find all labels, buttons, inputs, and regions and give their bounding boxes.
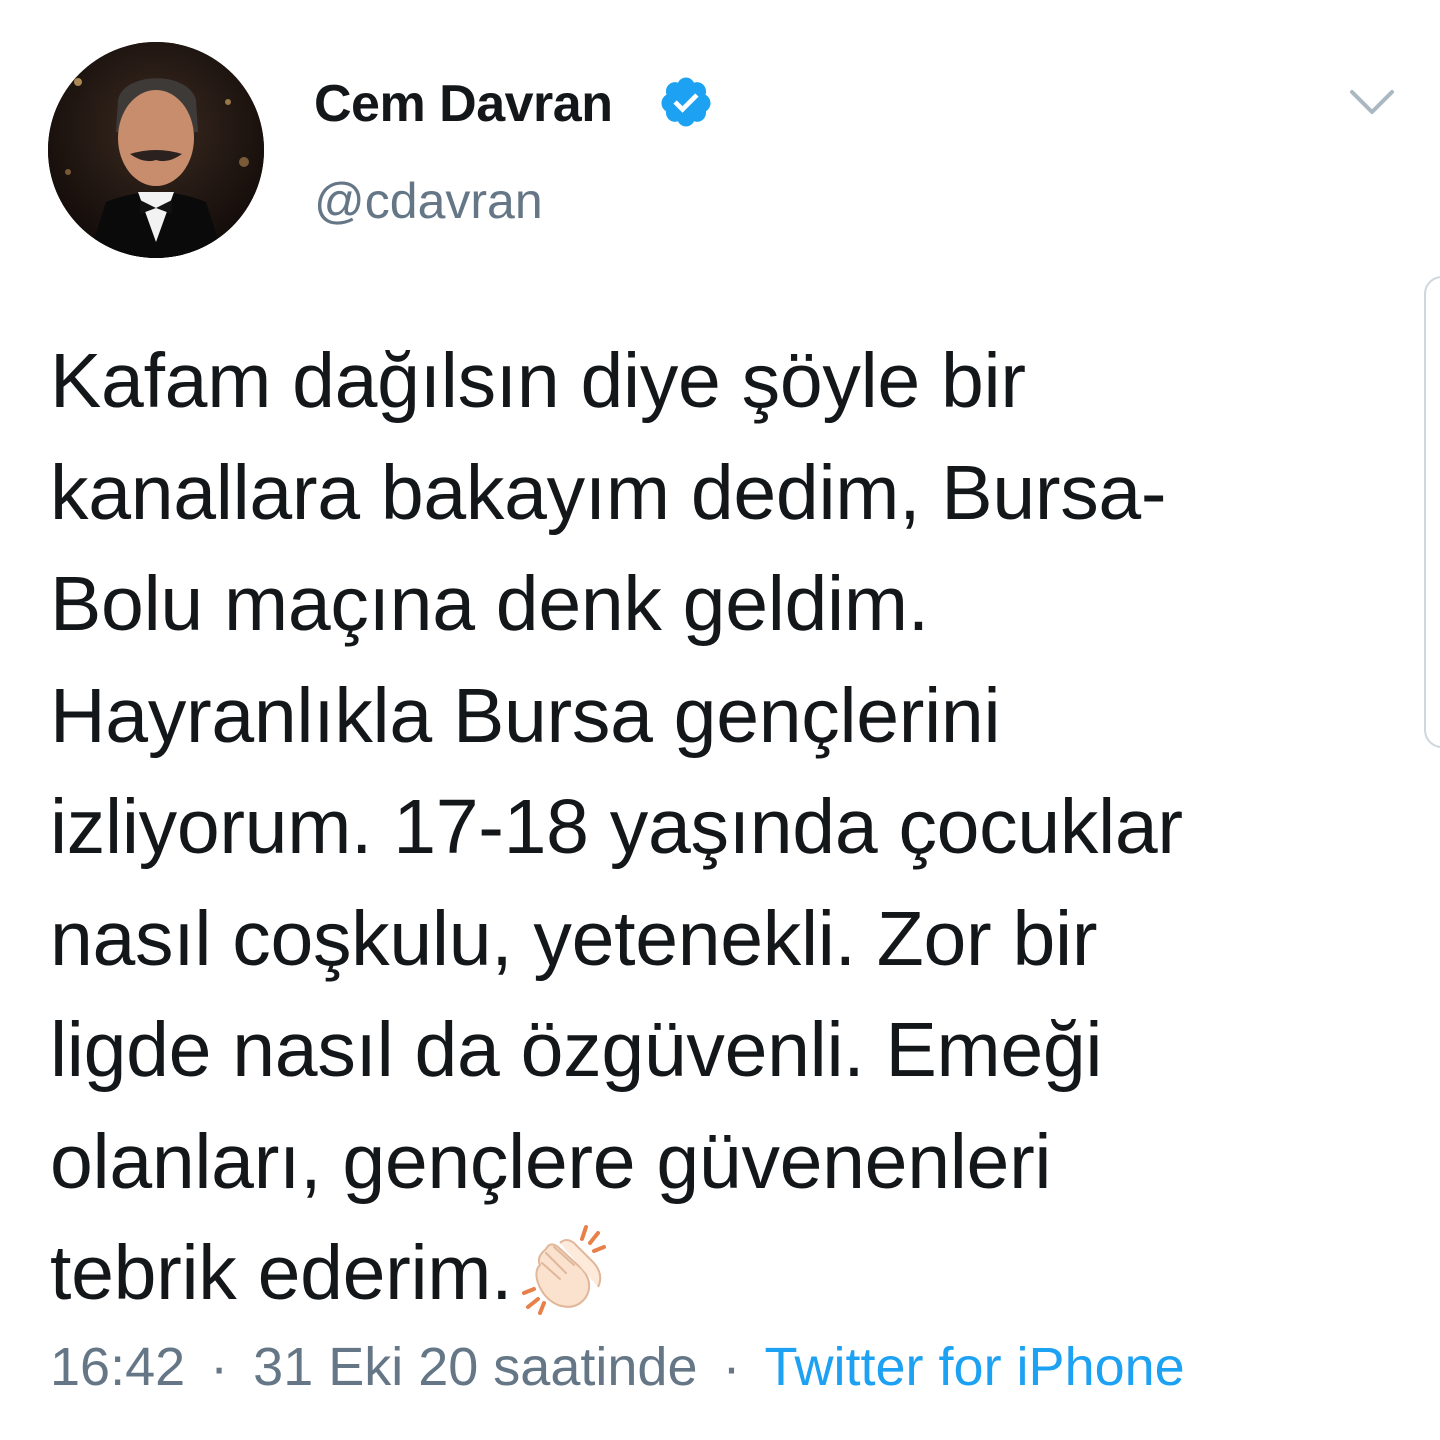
chevron-down-icon[interactable] bbox=[1344, 78, 1400, 126]
user-handle[interactable]: @cdavran bbox=[314, 172, 543, 230]
tweet-text: Kafam dağılsın diye şöyle bir kanallara … bbox=[50, 326, 1370, 1330]
tweet-line: kanallara bakayım dedim, Bursa- bbox=[50, 449, 1167, 536]
scrollbar[interactable] bbox=[1424, 276, 1440, 748]
tweet-line: nasıl coşkulu, yetenekli. Zor bir bbox=[50, 895, 1098, 982]
tweet-date[interactable]: 31 Eki 20 saatinde bbox=[253, 1337, 697, 1397]
meta-separator: · bbox=[210, 1337, 229, 1397]
tweet-last-line: tebrik ederim. bbox=[50, 1218, 1370, 1330]
avatar[interactable] bbox=[48, 42, 264, 258]
tweet-time[interactable]: 16:42 bbox=[50, 1337, 185, 1397]
tweet-line: tebrik ederim. bbox=[50, 1230, 513, 1316]
clapping-hands-icon bbox=[516, 1219, 614, 1317]
tweet-source-link[interactable]: Twitter for iPhone bbox=[765, 1337, 1185, 1397]
tweet-line: Bolu maçına denk geldim. bbox=[50, 561, 929, 647]
tweet-line: ligde nasıl da özgüvenli. Emeği bbox=[50, 1007, 1103, 1093]
display-name[interactable]: Cem Davran bbox=[314, 74, 613, 134]
tweet-meta: 16:42 · 31 Eki 20 saatinde · Twitter for… bbox=[50, 1336, 1185, 1398]
verified-badge-icon bbox=[658, 74, 714, 130]
tweet-line: Kafam dağılsın diye şöyle bir bbox=[50, 338, 1026, 424]
meta-separator: · bbox=[722, 1337, 741, 1397]
tweet-line: olanları, gençlere güvenenleri bbox=[50, 1118, 1052, 1205]
tweet-line: izliyorum. 17-18 yaşında çocuklar bbox=[50, 784, 1183, 870]
tweet-line: Hayranlıkla Bursa gençlerini bbox=[50, 672, 1001, 759]
